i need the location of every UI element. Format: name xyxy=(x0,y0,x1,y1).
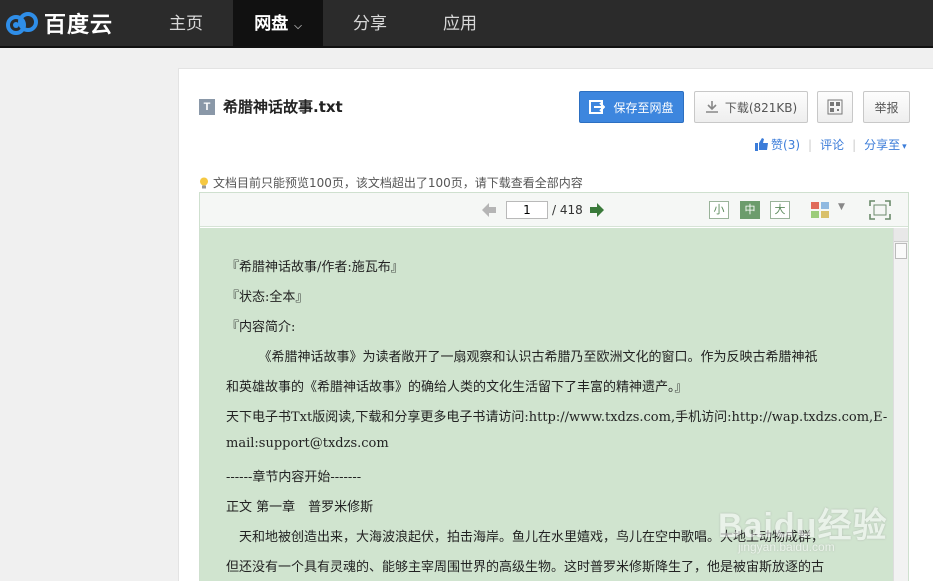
page-number-input[interactable] xyxy=(506,201,548,219)
font-size-large-button[interactable]: 大 xyxy=(770,201,790,219)
nav-netdisk-label: 网盘 xyxy=(254,14,289,34)
preview-limit-notice: 文档目前只能预览100页，该文档超出了100页，请下载查看全部内容 xyxy=(199,174,583,191)
save-to-netdisk-button[interactable]: 保存至网盘 xyxy=(579,91,684,123)
document-line: ------章节内容开始------- xyxy=(226,470,362,485)
comment-link[interactable]: 评论 xyxy=(820,136,844,153)
nav-netdisk[interactable]: 网盘 ⌵ xyxy=(233,0,323,48)
font-size-small-button[interactable]: 小 xyxy=(709,201,729,219)
document-line: 『内容简介: xyxy=(226,320,296,335)
nav-apps[interactable]: 应用 xyxy=(424,0,496,48)
viewer-toolbar: / 418 小 中 大 ▼ xyxy=(200,193,908,227)
fullscreen-icon[interactable] xyxy=(869,200,891,220)
like-link[interactable]: 赞(3) xyxy=(771,136,800,153)
chevron-down-icon[interactable]: ▼ xyxy=(838,202,845,212)
divider: | xyxy=(852,137,857,152)
baidu-jingyan-watermark: Baidu经验 jingyan.baidu.com xyxy=(718,478,933,581)
document-line: 『状态:全本』 xyxy=(226,290,309,305)
document-line: 《希腊神话故事》为读者敞开了一扇观察和认识古希腊乃至欧洲文化的窗口。作为反映古希… xyxy=(226,350,818,365)
top-nav-bar: 百度云 主页 网盘 ⌵ 分享 应用 xyxy=(0,0,933,48)
document-line: mail:support@txdzs.com xyxy=(226,436,389,451)
brand-name: 百度云 xyxy=(44,13,114,38)
like-label: 赞 xyxy=(771,138,784,152)
save-icon xyxy=(589,100,606,114)
notice-text: 文档目前只能预览100页，该文档超出了100页，请下载查看全部内容 xyxy=(213,176,583,190)
chevron-down-icon: ⌵ xyxy=(294,21,302,32)
nav-home[interactable]: 主页 xyxy=(150,0,222,48)
social-actions: 赞(3) | 评论 | 分享至 ▾ xyxy=(755,136,907,153)
qr-code-icon xyxy=(827,99,843,115)
chevron-down-icon: ▾ xyxy=(902,142,907,152)
document-line: 和英雄故事的《希腊神话故事》的确给人类的文化生活留下了丰富的精神遗产。』 xyxy=(226,380,688,395)
download-button-label: 下载(821KB) xyxy=(724,100,798,115)
share-label: 分享至 xyxy=(864,138,901,152)
page-total: / 418 xyxy=(552,203,583,217)
previous-page-icon[interactable] xyxy=(482,203,496,217)
color-theme-icon[interactable] xyxy=(810,201,830,219)
next-page-icon[interactable] xyxy=(590,203,604,217)
file-title: 希腊神话故事.txt xyxy=(223,98,343,116)
watermark-url: jingyan.baidu.com xyxy=(738,540,835,554)
download-icon xyxy=(705,101,718,113)
baidu-cloud-logo[interactable]: 百度云 xyxy=(4,8,113,38)
document-line: 天下电子书Txt版阅读,下载和分享更多电子书请访问:http://www.txd… xyxy=(226,410,888,425)
share-to-dropdown[interactable]: 分享至 ▾ xyxy=(864,136,907,153)
like-count: (3) xyxy=(783,138,801,152)
divider: | xyxy=(808,137,813,152)
document-line: 『希腊神话故事/作者:施瓦布』 xyxy=(226,260,404,275)
font-size-medium-button[interactable]: 中 xyxy=(740,201,760,219)
nav-share[interactable]: 分享 xyxy=(334,0,406,48)
save-button-label: 保存至网盘 xyxy=(613,100,674,115)
lightbulb-icon xyxy=(200,177,208,188)
scroll-up-arrow-icon[interactable] xyxy=(894,228,908,242)
thumbs-up-icon xyxy=(755,138,768,151)
download-button[interactable]: 下载(821KB) xyxy=(694,91,808,123)
cloud-logo-icon xyxy=(6,12,38,35)
qr-code-button[interactable] xyxy=(817,91,853,123)
report-button[interactable]: 举报 xyxy=(863,91,910,123)
scroll-thumb[interactable] xyxy=(895,243,907,259)
txt-file-icon: T xyxy=(199,99,215,115)
document-line: 正文 第一章 普罗米修斯 xyxy=(226,500,374,515)
